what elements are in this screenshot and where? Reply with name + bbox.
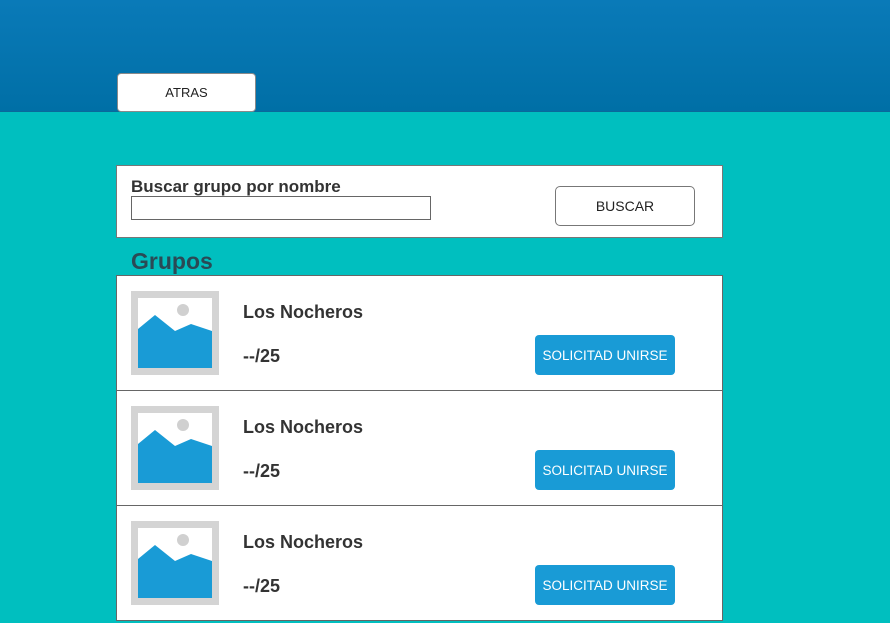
- group-name: Los Nocheros: [243, 532, 364, 552]
- group-member-count: --/25: [243, 461, 281, 481]
- group-card: Los Nocheros --/25 SOLICITAD UNIRSE: [116, 275, 723, 391]
- image-placeholder-icon: [131, 521, 219, 605]
- group-card: Los Nocheros --/25 SOLICITAD UNIRSE: [116, 390, 723, 506]
- image-placeholder-icon: [131, 291, 219, 375]
- group-name: Los Nocheros: [243, 417, 364, 437]
- image-placeholder-icon: [131, 406, 219, 490]
- back-button[interactable]: ATRAS: [117, 73, 256, 112]
- group-name: Los Nocheros: [243, 302, 364, 322]
- groups-section-title: Grupos: [131, 248, 213, 274]
- group-card: Los Nocheros --/25 SOLICITAD UNIRSE: [116, 505, 723, 621]
- search-button[interactable]: BUSCAR: [555, 186, 695, 226]
- search-input[interactable]: [131, 196, 431, 220]
- request-join-button[interactable]: SOLICITAD UNIRSE: [535, 335, 675, 375]
- app-header: ATRAS: [0, 0, 890, 112]
- request-join-button[interactable]: SOLICITAD UNIRSE: [535, 565, 675, 605]
- search-panel: Buscar grupo por nombre BUSCAR: [116, 165, 723, 238]
- search-label: Buscar grupo por nombre: [131, 177, 341, 196]
- group-member-count: --/25: [243, 346, 281, 366]
- group-member-count: --/25: [243, 576, 281, 596]
- request-join-button[interactable]: SOLICITAD UNIRSE: [535, 450, 675, 490]
- group-list: Los Nocheros --/25 SOLICITAD UNIRSE Los …: [116, 275, 723, 621]
